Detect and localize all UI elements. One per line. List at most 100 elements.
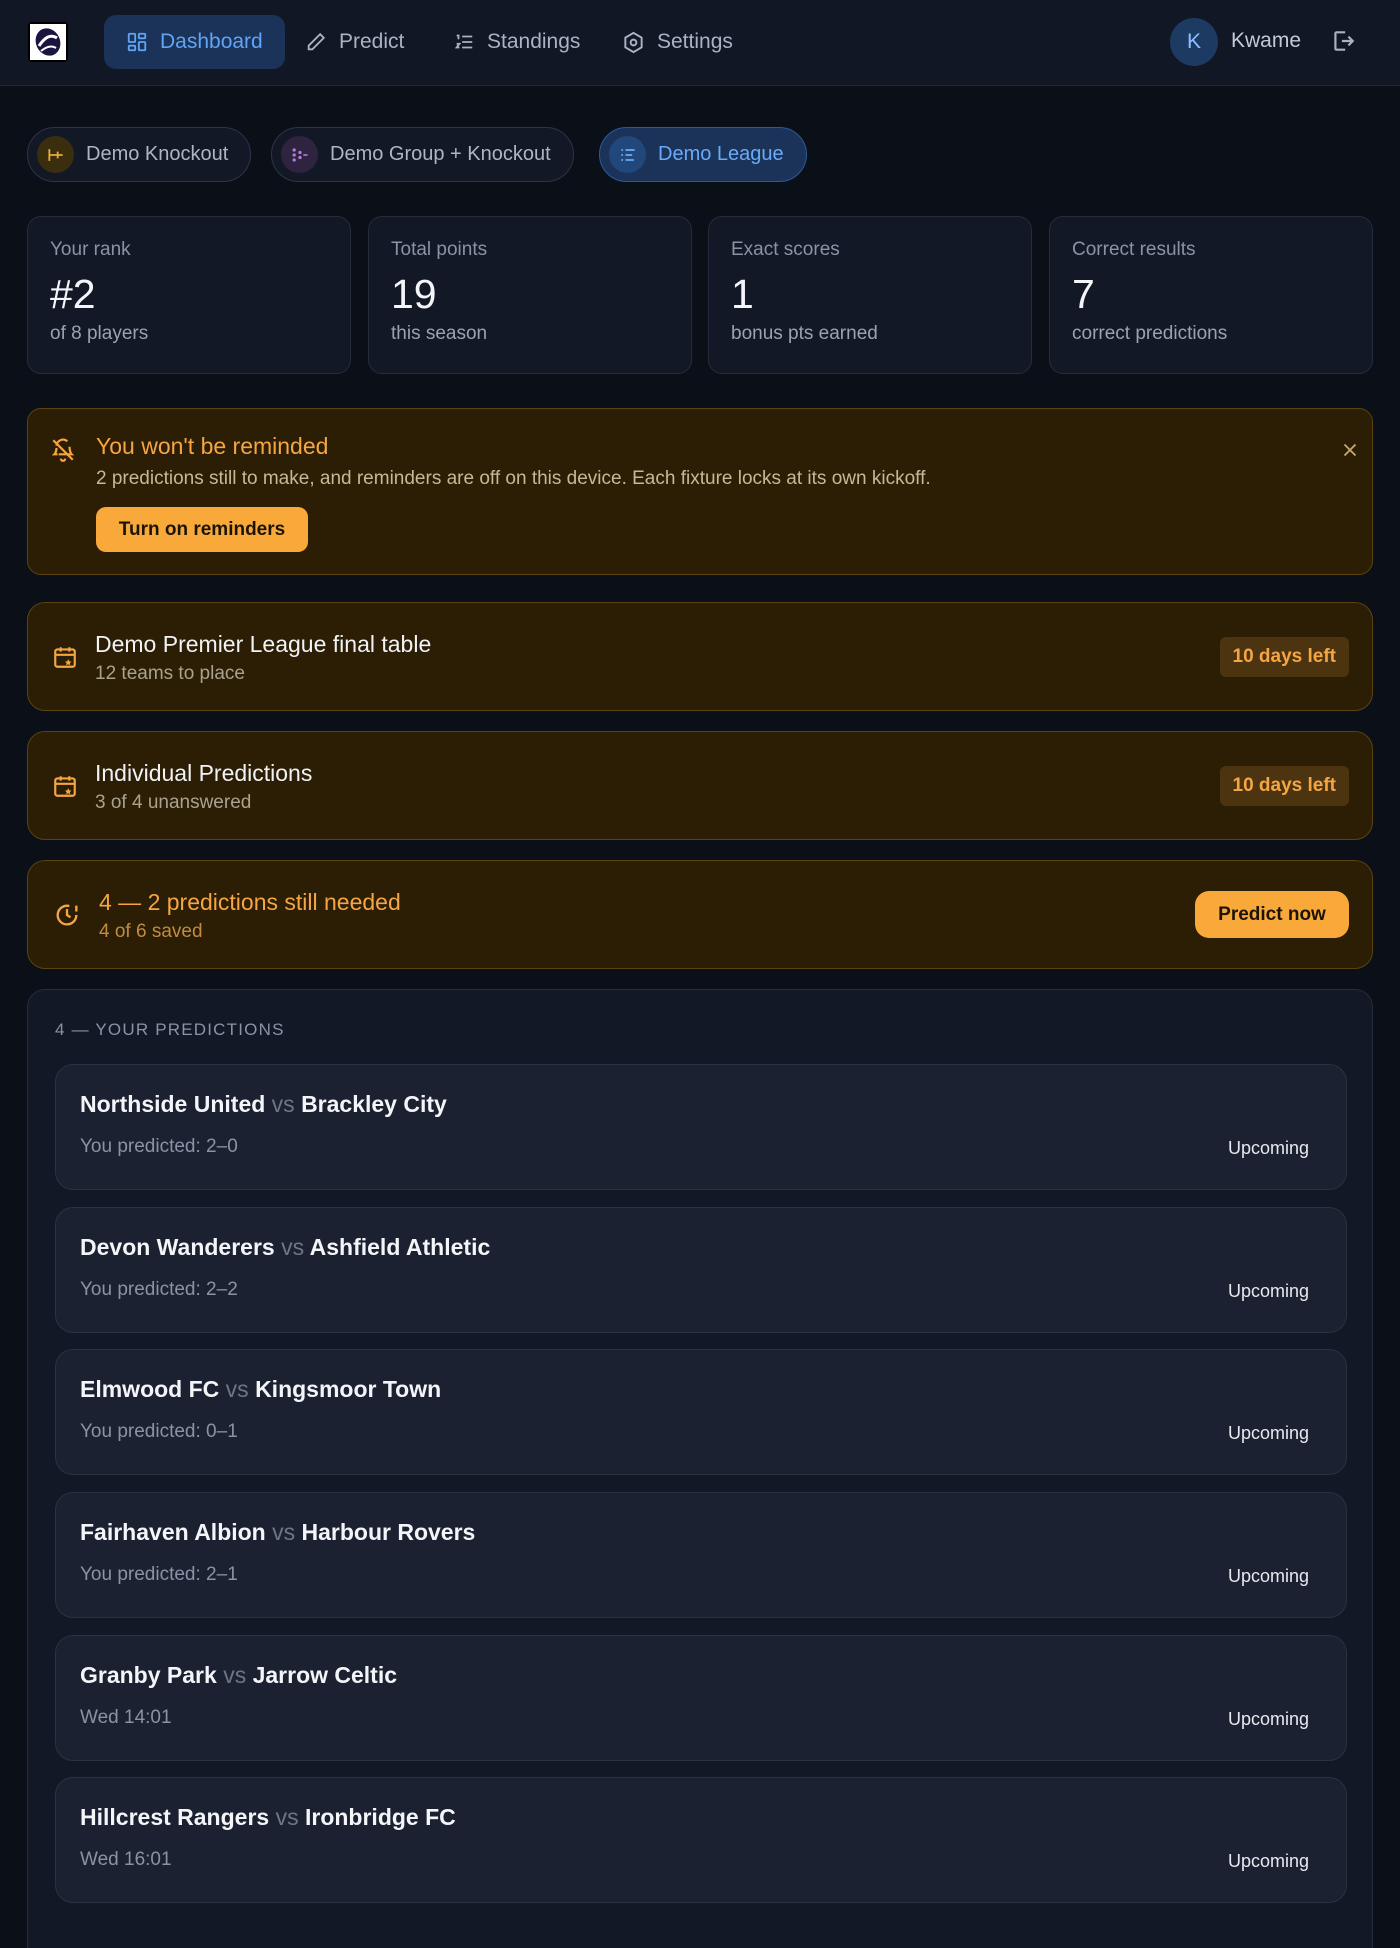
stat-sub: of 8 players [50,323,149,344]
bracket-icon [37,136,74,173]
match-detail: Wed 14:01 [80,1707,172,1728]
stat-card-exact: Exact scores 1 bonus pts earned [708,216,1032,374]
match-title: Northside United vs Brackley City [80,1091,447,1118]
calendar-star-icon [52,644,78,670]
app-logo[interactable] [28,22,68,62]
match-title: Granby Park vs Jarrow Celtic [80,1662,397,1689]
match-card[interactable]: Hillcrest Rangers vs Ironbridge FC Wed 1… [55,1777,1347,1903]
nav-predict[interactable]: Predict [283,15,426,69]
match-detail: You predicted: 2–1 [80,1564,238,1585]
match-card[interactable]: Northside United vs Brackley City You pr… [55,1064,1347,1190]
stat-sub: correct predictions [1072,323,1228,344]
match-title: Elmwood FC vs Kingsmoor Town [80,1376,441,1403]
match-card[interactable]: Granby Park vs Jarrow Celtic Wed 14:01 U… [55,1635,1347,1761]
avatar[interactable]: K [1170,18,1218,66]
away-team: Kingsmoor Town [255,1376,442,1402]
home-team: Granby Park [80,1662,217,1688]
group-knockout-icon [281,136,318,173]
home-team: Hillcrest Rangers [80,1804,270,1830]
days-left-badge: 10 days left [1219,766,1349,806]
stat-card-points: Total points 19 this season [368,216,692,374]
pencil-icon [307,32,326,51]
reminder-text: 2 predictions still to make, and reminde… [96,468,931,489]
match-detail: Wed 16:01 [80,1849,172,1870]
nav-settings[interactable]: Settings [600,15,755,69]
reminder-banner: You won't be reminded 2 predictions stil… [27,408,1373,575]
nav-dashboard[interactable]: Dashboard [104,15,285,69]
match-card[interactable]: Elmwood FC vs Kingsmoor Town You predict… [55,1349,1347,1475]
vs-label: vs [275,1804,299,1830]
stat-label: Total points [391,239,488,260]
deadline-final-table[interactable]: Demo Premier League final table 12 teams… [27,602,1373,711]
days-left-badge: 10 days left [1219,637,1349,677]
nav-settings-label: Settings [657,30,733,53]
match-status: Upcoming [1227,1423,1309,1443]
calendar-star-icon [52,773,78,799]
match-detail: You predicted: 2–2 [80,1279,238,1300]
match-card[interactable]: Fairhaven Albion vs Harbour Rovers You p… [55,1492,1347,1618]
match-title: Fairhaven Albion vs Harbour Rovers [80,1519,475,1546]
deadline-sub: 12 teams to place [95,663,245,684]
username: Kwame [1231,29,1302,52]
logout-button[interactable] [1330,28,1356,54]
home-team: Elmwood FC [80,1376,220,1402]
competition-chip-label: Demo Group + Knockout [330,143,551,165]
away-team: Jarrow Celtic [252,1662,398,1688]
vs-label: vs [223,1662,247,1688]
nav-standings-label: Standings [487,30,581,53]
nav-predict-label: Predict [339,30,405,53]
home-team: Devon Wanderers [80,1234,275,1260]
competition-chip-league[interactable]: Demo League [599,127,807,182]
competition-chip-knockout[interactable]: Demo Knockout [27,127,252,182]
home-team: Fairhaven Albion [80,1519,266,1545]
dashboard-icon [127,32,147,52]
stat-label: Correct results [1072,239,1196,260]
predictions-needed-banner: 4 — 2 predictions still needed 4 of 6 sa… [27,860,1373,969]
nav-dashboard-label: Dashboard [160,30,263,53]
bell-off-icon [50,437,76,463]
stat-sub: this season [391,323,488,344]
your-predictions-panel: 4 — YOUR PREDICTIONS Northside United vs… [27,989,1373,1948]
competition-chip-label: Demo League [658,143,784,165]
away-team: Harbour Rovers [301,1519,476,1545]
stat-value: 7 [1072,271,1095,317]
match-title: Devon Wanderers vs Ashfield Athletic [80,1234,490,1261]
list-ordered-icon [454,34,473,49]
competition-chip-group-knockout[interactable]: Demo Group + Knockout [271,127,574,182]
close-icon[interactable] [1339,439,1361,461]
vs-label: vs [225,1376,249,1402]
match-status: Upcoming [1227,1709,1309,1729]
turn-on-reminders-button[interactable]: Turn on reminders [96,507,308,552]
match-status: Upcoming [1227,1851,1309,1871]
deadline-sub: 3 of 4 unanswered [95,792,252,813]
avatar-initial: K [1186,30,1201,53]
match-status: Upcoming [1227,1566,1309,1586]
predict-now-button[interactable]: Predict now [1195,891,1349,938]
vs-label: vs [271,1091,295,1117]
clock-alert-icon [53,901,81,929]
top-nav: Dashboard Predict Standings Settings K K… [0,0,1400,86]
panel-title: 4 — YOUR PREDICTIONS [55,1020,285,1039]
match-detail: You predicted: 0–1 [80,1421,238,1442]
stat-value: 1 [731,271,754,317]
competition-chip-label: Demo Knockout [86,143,229,165]
match-detail: You predicted: 2–0 [80,1136,238,1157]
away-team: Ironbridge FC [304,1804,456,1830]
home-team: Northside United [80,1091,266,1117]
match-title: Hillcrest Rangers vs Ironbridge FC [80,1804,456,1831]
stat-label: Exact scores [731,239,840,260]
logout-icon [1334,31,1355,51]
deadline-title: Individual Predictions [95,760,313,786]
vs-label: vs [281,1234,305,1260]
vs-label: vs [272,1519,296,1545]
match-status: Upcoming [1227,1281,1309,1301]
stat-card-correct: Correct results 7 correct predictions [1049,216,1373,374]
stat-card-rank: Your rank #2 of 8 players [27,216,351,374]
match-card[interactable]: Devon Wanderers vs Ashfield Athletic You… [55,1207,1347,1333]
nav-standings[interactable]: Standings [431,15,602,69]
stat-sub: bonus pts earned [731,323,878,344]
deadline-title: Demo Premier League final table [95,631,432,657]
stat-value: 19 [391,271,437,317]
deadline-individual[interactable]: Individual Predictions 3 of 4 unanswered… [27,731,1373,840]
away-team: Brackley City [301,1091,447,1117]
